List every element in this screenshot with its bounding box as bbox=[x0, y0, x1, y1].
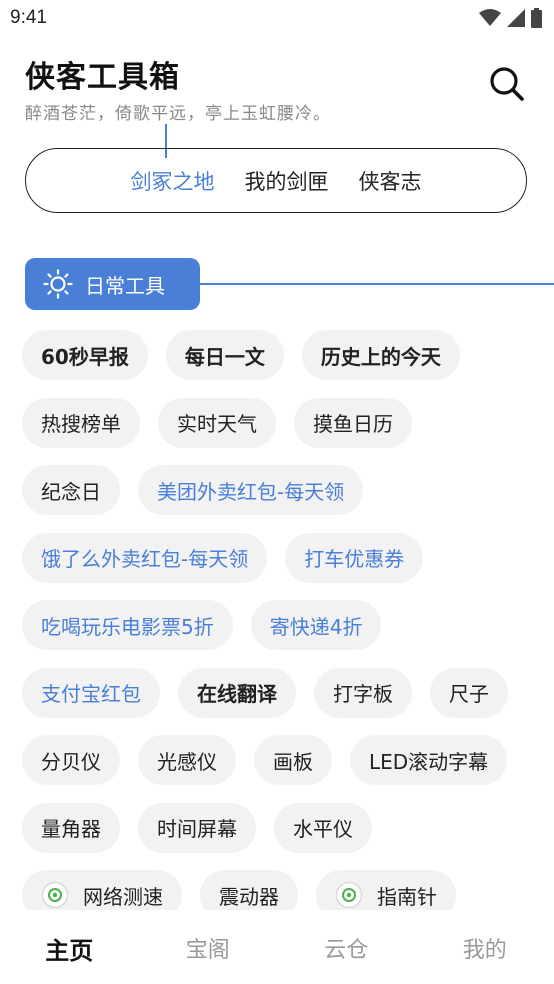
tool-chip-label: 水平仪 bbox=[293, 817, 353, 841]
tool-chip[interactable]: 历史上的今天 bbox=[301, 330, 460, 380]
chip-row: 吃喝玩乐电影票5折 寄快递4折 bbox=[22, 600, 382, 650]
chip-row: 纪念日 美团外卖红包-每天领 bbox=[22, 465, 364, 515]
tool-chip[interactable]: 支付宝红包 bbox=[22, 667, 160, 718]
tool-chip[interactable]: 尺子 bbox=[430, 667, 508, 718]
tool-chip-label: 画板 bbox=[273, 749, 313, 774]
tool-chip-label: 量角器 bbox=[41, 817, 101, 841]
tool-chip[interactable]: 画板 bbox=[254, 735, 332, 785]
battery-icon bbox=[531, 8, 542, 28]
tool-chip-label: 美团外卖红包-每天领 bbox=[157, 479, 345, 504]
tool-chip-label: 网络测速 bbox=[83, 884, 163, 909]
tool-chip-label: 分贝仪 bbox=[41, 749, 101, 774]
tool-chip[interactable]: 量角器 bbox=[22, 802, 120, 853]
tool-app-icon bbox=[41, 881, 69, 909]
tool-chip[interactable]: 网络测速 bbox=[22, 870, 182, 910]
tool-chip-label: 光感仪 bbox=[157, 749, 217, 774]
tab-0[interactable]: 剑冢之地 bbox=[116, 166, 230, 196]
sun-icon bbox=[43, 269, 73, 299]
tool-chip-label: 支付宝红包 bbox=[41, 682, 141, 706]
tool-chip[interactable]: 吃喝玩乐电影票5折 bbox=[22, 600, 233, 650]
tool-chip[interactable]: 打车优惠券 bbox=[285, 532, 424, 583]
tool-chip[interactable]: 时间屏幕 bbox=[138, 802, 256, 853]
tool-app-icon bbox=[335, 881, 363, 909]
tool-chip-label: 热搜榜单 bbox=[41, 412, 121, 436]
section-tag-daily-tools[interactable]: 日常工具 bbox=[25, 258, 200, 310]
tool-chip[interactable]: 实时天气 bbox=[158, 397, 276, 448]
tab-2[interactable]: 侠客志 bbox=[344, 166, 437, 196]
tab-1[interactable]: 我的剑匣 bbox=[230, 166, 344, 196]
tool-chip-label: 在线翻译 bbox=[197, 682, 277, 706]
tool-chip-label: 尺子 bbox=[449, 682, 489, 706]
tool-chip-label: LED滚动字幕 bbox=[369, 749, 489, 774]
tool-chip-label: 打车优惠券 bbox=[304, 547, 405, 571]
tool-chip[interactable]: 在线翻译 bbox=[178, 667, 296, 718]
tool-chip-label: 饿了么外卖红包-每天领 bbox=[41, 547, 249, 571]
tool-chip[interactable]: 60秒早报 bbox=[22, 330, 148, 380]
tool-chip[interactable]: 纪念日 bbox=[22, 465, 120, 515]
search-icon bbox=[490, 67, 524, 101]
chip-row: 网络测速 震动器 指南针 bbox=[22, 870, 456, 910]
tool-chip[interactable]: 美团外卖红包-每天领 bbox=[138, 465, 364, 515]
tool-chip-label: 打字板 bbox=[333, 682, 393, 706]
tool-chip-grid: 60秒早报 每日一文 历史上的今天热搜榜单 实时天气 摸鱼日历纪念日 美团外卖红包-每天领… bbox=[0, 328, 554, 910]
section-label: 日常工具 bbox=[85, 273, 165, 298]
tool-chip[interactable]: 每日一文 bbox=[165, 330, 284, 380]
tool-chip[interactable]: 热搜榜单 bbox=[22, 397, 140, 448]
section-divider bbox=[196, 283, 554, 285]
tool-chip-label: 实时天气 bbox=[177, 412, 257, 436]
tool-chip[interactable]: 寄快递4折 bbox=[250, 600, 382, 650]
status-bar: 9:41 bbox=[0, 0, 554, 36]
status-icons bbox=[479, 8, 542, 28]
bottom-nav: 主页 宝阁 云仓 我的 bbox=[0, 910, 554, 984]
tool-chip[interactable]: 光感仪 bbox=[138, 735, 236, 785]
signal-icon bbox=[507, 9, 525, 27]
tool-chip-label: 指南针 bbox=[377, 884, 437, 909]
tool-chip-label: 每日一文 bbox=[184, 344, 265, 369]
chip-row: 饿了么外卖红包-每天领 打车优惠券 bbox=[22, 532, 424, 583]
nav-item-3[interactable]: 我的 bbox=[416, 910, 554, 984]
tool-chip-label: 历史上的今天 bbox=[320, 344, 441, 369]
tool-chip[interactable]: 打字板 bbox=[314, 667, 412, 718]
status-time: 9:41 bbox=[10, 7, 47, 28]
tool-chip[interactable]: 饿了么外卖红包-每天领 bbox=[22, 532, 268, 583]
tool-chip-label: 吃喝玩乐电影票5折 bbox=[41, 614, 214, 639]
tab-bar: 剑冢之地 我的剑匣 侠客志 bbox=[25, 148, 527, 213]
chip-row: 量角器 时间屏幕 水平仪 bbox=[22, 802, 372, 853]
tool-chip-label: 60秒早报 bbox=[41, 344, 129, 369]
tool-chip[interactable]: 指南针 bbox=[316, 870, 456, 910]
chip-row: 60秒早报 每日一文 历史上的今天 bbox=[22, 330, 460, 380]
nav-item-1[interactable]: 宝阁 bbox=[139, 910, 278, 984]
tool-chip[interactable]: 分贝仪 bbox=[22, 735, 120, 785]
search-button[interactable] bbox=[487, 64, 527, 104]
tool-chip-label: 时间屏幕 bbox=[157, 817, 237, 841]
chip-row: 支付宝红包 在线翻译 打字板 尺子 bbox=[22, 667, 508, 718]
tool-chip-label: 寄快递4折 bbox=[269, 614, 363, 639]
tool-chip[interactable]: LED滚动字幕 bbox=[350, 735, 508, 785]
tool-chip[interactable]: 震动器 bbox=[200, 870, 298, 910]
chip-row: 分贝仪 光感仪 画板 LED滚动字幕 bbox=[22, 735, 508, 785]
tool-chip-label: 纪念日 bbox=[41, 479, 101, 504]
tool-chip-label: 震动器 bbox=[219, 884, 279, 909]
wifi-icon bbox=[479, 9, 501, 26]
tool-chip-label: 摸鱼日历 bbox=[313, 412, 393, 436]
app-subtitle: 醉酒苍茫，倚歌平远，亭上玉虹腰冷。 bbox=[25, 104, 331, 124]
nav-item-2[interactable]: 云仓 bbox=[277, 910, 416, 984]
tool-chip[interactable]: 摸鱼日历 bbox=[294, 397, 412, 448]
chip-row: 热搜榜单 实时天气 摸鱼日历 bbox=[22, 397, 412, 448]
app-title: 侠客工具箱 bbox=[25, 60, 180, 95]
nav-item-0[interactable]: 主页 bbox=[0, 910, 139, 984]
tool-chip[interactable]: 水平仪 bbox=[274, 802, 372, 853]
